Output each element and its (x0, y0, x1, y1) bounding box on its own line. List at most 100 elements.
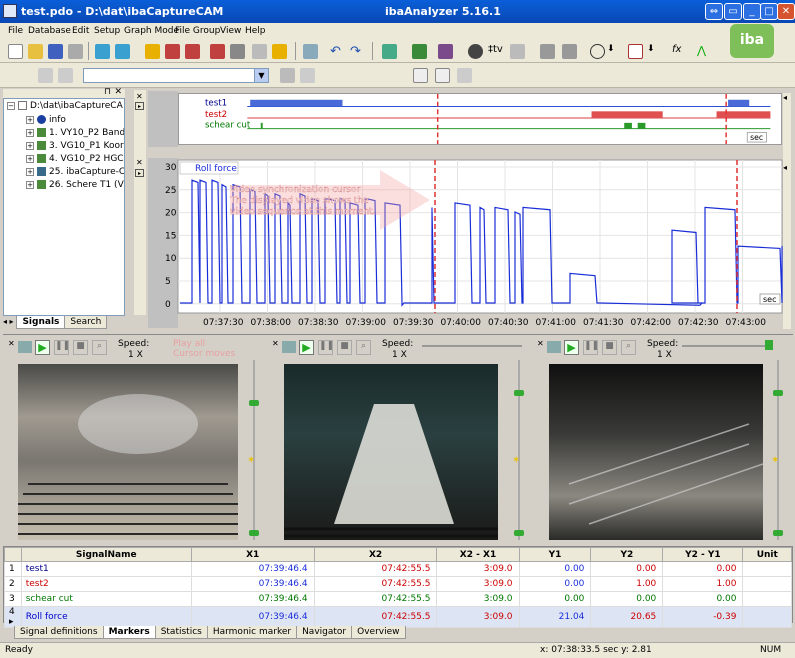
db-export-icon[interactable] (272, 44, 287, 59)
wave-icon[interactable]: ⋀ (697, 44, 712, 59)
pause-button[interactable]: ❚❚ (318, 340, 334, 355)
print-icon[interactable] (68, 44, 83, 59)
filter-icon[interactable] (252, 44, 267, 59)
close-video-icon[interactable]: ✕ (272, 339, 279, 348)
zoom-icon[interactable]: ⌕ (356, 340, 371, 355)
globe-icon[interactable] (468, 44, 483, 59)
col-dx[interactable]: X2 - X1 (436, 547, 520, 562)
slider-handle[interactable] (249, 400, 259, 406)
slider-handle[interactable] (514, 390, 524, 396)
chevron-down-icon[interactable]: ▼ (254, 69, 268, 82)
signal-tree-icon[interactable] (412, 44, 427, 59)
roll-force-graph[interactable]: 30 25 20 15 10 5 0 Video synchronization curso… (140, 158, 790, 330)
menu-edit[interactable]: Edit (72, 26, 89, 36)
scale-icon[interactable]: ‡tv (488, 44, 503, 59)
menu-help[interactable]: Help (245, 26, 266, 36)
slider-handle[interactable] (773, 390, 783, 396)
speed-slider[interactable] (422, 345, 522, 347)
speed-slider[interactable] (682, 345, 772, 347)
hand-icon[interactable] (510, 44, 525, 59)
paste-icon[interactable] (280, 68, 295, 83)
open-icon[interactable] (28, 44, 43, 59)
function-icon[interactable]: fx (672, 44, 687, 59)
db-tool-icon[interactable] (230, 44, 245, 59)
tree-item-info[interactable]: + info (26, 115, 66, 125)
zoom-out-icon[interactable] (562, 44, 577, 59)
pause-button[interactable]: ❚❚ (54, 340, 70, 355)
menu-view[interactable]: View (220, 26, 241, 36)
zoom-in-icon[interactable] (540, 44, 555, 59)
digital-graph[interactable]: test1 test2 schear cut sec (178, 93, 782, 145)
menu-setup[interactable]: Setup (94, 26, 120, 36)
tab-scroll-left-icon[interactable]: ◂ ▸ (3, 317, 14, 326)
tree-item[interactable]: +1. VY10_P2 Band (26, 128, 124, 138)
report-icon[interactable] (413, 68, 428, 83)
slider-handle[interactable] (249, 530, 259, 536)
menu-file[interactable]: File (8, 26, 23, 36)
close-button[interactable]: ✕ (777, 3, 795, 20)
camera-icon[interactable] (547, 341, 561, 353)
tab-navigator[interactable]: Navigator (296, 626, 353, 639)
minimize-button[interactable]: _ (743, 3, 761, 20)
star-icon[interactable]: ✶ (247, 455, 255, 466)
menu-graph-mode[interactable]: Graph Mode (124, 26, 179, 36)
clock-dropdown-icon[interactable]: ⬇ (607, 44, 622, 59)
video2-slider[interactable]: ✶ (505, 360, 533, 540)
video3-slider[interactable]: ✶ (765, 360, 791, 540)
tree-item[interactable]: +4. VG10_P2 HGC (26, 154, 124, 164)
tree-item[interactable]: +26. Schere T1 (V (26, 180, 124, 190)
table-row[interactable]: 4 ▸ Roll force 07:39:46.4 07:42:55.5 3:09.0 2… (4, 606, 792, 628)
close-graph-icon[interactable]: ✕ (136, 92, 143, 101)
col-dy[interactable]: Y2 - Y1 (662, 547, 744, 562)
save-icon[interactable] (48, 44, 63, 59)
chart-dropdown-icon[interactable]: ⬇ (647, 44, 662, 59)
close-video-icon[interactable]: ✕ (537, 339, 544, 348)
stop-button[interactable]: ■ (602, 340, 617, 355)
report-search-icon[interactable] (457, 68, 472, 83)
copy-icon[interactable] (303, 44, 318, 59)
tab-signal-definitions[interactable]: Signal definitions (14, 626, 104, 639)
col-y1[interactable]: Y1 (518, 547, 592, 562)
star-icon[interactable]: ✶ (512, 455, 520, 466)
stop-button[interactable]: ■ (337, 340, 352, 355)
play-button[interactable]: ▶ (564, 340, 579, 355)
maximize-button[interactable]: □ (760, 3, 778, 20)
slider-handle[interactable] (514, 530, 524, 536)
arrow-icon[interactable]: ◂ (783, 163, 787, 172)
restore-icon[interactable]: ⇔ (705, 3, 723, 20)
doc-icon[interactable] (58, 68, 73, 83)
star-icon[interactable]: ✶ (771, 455, 779, 466)
arrow-up-icon[interactable]: ◂ (783, 93, 787, 102)
video1-slider[interactable]: ✶ (240, 360, 268, 540)
col-x2[interactable]: X2 (313, 547, 438, 562)
undo-icon[interactable]: ↶ (330, 44, 345, 59)
speed-handle[interactable] (765, 340, 773, 350)
new-doc-icon[interactable] (38, 68, 53, 83)
menu-file-group[interactable]: File Group (175, 26, 220, 36)
play-button[interactable]: ▶ (35, 340, 50, 355)
tab-search[interactable]: Search (64, 316, 108, 329)
database-icon[interactable] (145, 44, 160, 59)
expand-icon[interactable]: ▸ (135, 102, 144, 110)
clock-icon[interactable] (590, 44, 605, 59)
close-video-icon[interactable]: ✕ (8, 339, 15, 348)
tree-item[interactable]: +3. VG10_P1 Koor (26, 141, 124, 151)
tab-markers[interactable]: Markers (102, 626, 156, 639)
db-query-icon[interactable] (210, 44, 225, 59)
chart-icon[interactable] (628, 44, 643, 59)
redo-icon[interactable]: ↷ (350, 44, 365, 59)
graph-scrollbar[interactable]: ◂ ◂ (783, 93, 791, 329)
menu-database[interactable]: Database (28, 26, 71, 36)
folder-icon[interactable] (115, 44, 130, 59)
open-folder-icon[interactable] (95, 44, 110, 59)
play-button[interactable]: ▶ (299, 340, 314, 355)
tab-harmonic-marker[interactable]: Harmonic marker (206, 626, 298, 639)
col-y2[interactable]: Y2 (590, 547, 664, 562)
layout-icon[interactable] (382, 44, 397, 59)
tab-signals[interactable]: Signals (16, 316, 66, 329)
report-view-icon[interactable] (435, 68, 450, 83)
camera-icon[interactable] (18, 341, 32, 353)
signal-combo[interactable]: ▼ (83, 68, 269, 83)
tree-item[interactable]: +25. ibaCapture-C (26, 167, 124, 177)
col-unit[interactable]: Unit (742, 547, 792, 562)
